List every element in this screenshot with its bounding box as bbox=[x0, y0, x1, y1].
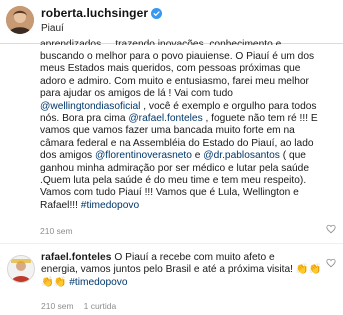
verified-badge-icon bbox=[151, 7, 163, 19]
like-heart-icon[interactable] bbox=[326, 224, 336, 234]
text-line: ganhou minha admiração por ser médico e … bbox=[40, 163, 340, 175]
post-location[interactable]: Piauí bbox=[41, 23, 64, 34]
text-segment: dos amigos bbox=[40, 150, 95, 162]
text-line: Vamos com tudo Piauí !!! Vamos que é Lul… bbox=[40, 187, 340, 199]
text-line: 👏👏 #timedopovo bbox=[41, 277, 323, 289]
text-segment: meus Estados mais queridos, com pessoas … bbox=[40, 63, 301, 75]
text-line: Rafael!!! #timedopovo bbox=[40, 200, 340, 212]
text-line: energia, vamos juntos pelo Brasil e até … bbox=[41, 264, 323, 276]
text-line: @wellingtondiasoficial , você é exemplo … bbox=[40, 101, 340, 113]
text-segment: O Piauí a recebe com muito afeto e bbox=[114, 252, 275, 263]
reply-meta: 210 sem 1 curtida bbox=[41, 301, 116, 311]
text-line: .Quem luta pela saúde é do meu time e te… bbox=[40, 175, 340, 187]
text-segment: e bbox=[191, 150, 204, 162]
instagram-comment-view: roberta.luchsinger Piauí aprendizados ..… bbox=[0, 0, 343, 315]
comment-separator bbox=[0, 243, 343, 244]
text-segment: , você é exemplo e orgulho para todos bbox=[140, 100, 317, 112]
author-username[interactable]: roberta.luchsinger bbox=[41, 6, 148, 20]
text-line: dos amigos @florentinoverasneto e @dr.pa… bbox=[40, 150, 340, 162]
text-segment: para ajudar os amigos de lá ! Vai com tu… bbox=[40, 88, 233, 100]
text-segment: nós. Bora pra cima bbox=[40, 112, 129, 124]
text-segment: , foguete não tem ré !!! E bbox=[202, 112, 318, 124]
reply-like-count[interactable]: 1 curtida bbox=[84, 301, 117, 311]
text-line: vamos que vamos fazer uma bancada muito … bbox=[40, 125, 340, 137]
post-caption: aprendizados ... trazendo inovações, con… bbox=[40, 39, 340, 212]
text-line: para ajudar os amigos de lá ! Vai com tu… bbox=[40, 88, 340, 100]
reply-timestamp: 210 sem bbox=[41, 301, 74, 311]
text-segment: Rafael!!! bbox=[40, 199, 81, 211]
text-segment: aprendizados ... trazendo inovações, con… bbox=[40, 39, 282, 45]
reply-avatar-image bbox=[8, 256, 34, 282]
author-avatar-image bbox=[6, 6, 34, 34]
text-line: meus Estados mais queridos, com pessoas … bbox=[40, 63, 340, 75]
mention-link[interactable]: @rafael.fonteles bbox=[128, 113, 202, 124]
text-segment: ganhou minha admiração por ser médico e … bbox=[40, 162, 309, 174]
hashtag-link[interactable]: #timedopovo bbox=[81, 200, 139, 211]
text-segment: buscando o melhor para o povo piauiense.… bbox=[40, 51, 315, 62]
reply-author-username[interactable]: rafael.fonteles bbox=[41, 252, 112, 263]
mention-link[interactable]: @florentinoverasneto bbox=[95, 150, 192, 161]
text-segment: Vamos com tudo Piauí !!! Vamos que é Lul… bbox=[40, 187, 299, 199]
text-segment: câmara federal e na Assembléia do Estado… bbox=[40, 137, 314, 149]
text-line: câmara federal e na Assembléia do Estado… bbox=[40, 138, 340, 150]
text-line: adoro e admiro. Com muito e entusiasmo, … bbox=[40, 76, 340, 88]
text-line: nós. Bora pra cima @rafael.fonteles , fo… bbox=[40, 113, 340, 125]
hashtag-link[interactable]: #timedopovo bbox=[69, 277, 127, 288]
text-segment: energia, vamos juntos pelo Brasil e até … bbox=[41, 264, 322, 276]
text-segment: vamos que vamos fazer uma bancada muito … bbox=[40, 125, 295, 137]
reply-author-avatar[interactable] bbox=[7, 255, 35, 283]
reply-comment: rafael.fonteles O Piauí a recebe com mui… bbox=[41, 252, 323, 289]
author-avatar[interactable] bbox=[6, 6, 34, 34]
mention-link[interactable]: @dr.pablosantos bbox=[203, 150, 280, 161]
post-header: roberta.luchsinger Piauí bbox=[0, 0, 343, 44]
text-line: rafael.fonteles O Piauí a recebe com mui… bbox=[41, 252, 323, 264]
text-segment: .Quem luta pela saúde é do meu time e te… bbox=[40, 174, 307, 186]
text-segment: adoro e admiro. Com muito e entusiasmo, … bbox=[40, 75, 309, 87]
text-line: aprendizados ... trazendo inovações, con… bbox=[40, 39, 340, 45]
reply-like-heart-icon[interactable] bbox=[326, 258, 336, 268]
author-name-row: roberta.luchsinger bbox=[41, 6, 163, 20]
text-segment: ( que bbox=[279, 150, 306, 162]
caption-timestamp: 210 sem bbox=[40, 226, 73, 236]
text-line: buscando o melhor para o povo piauiense.… bbox=[40, 51, 340, 63]
mention-link[interactable]: @wellingtondiasoficial bbox=[40, 101, 140, 112]
text-segment: 👏👏 bbox=[41, 276, 70, 288]
